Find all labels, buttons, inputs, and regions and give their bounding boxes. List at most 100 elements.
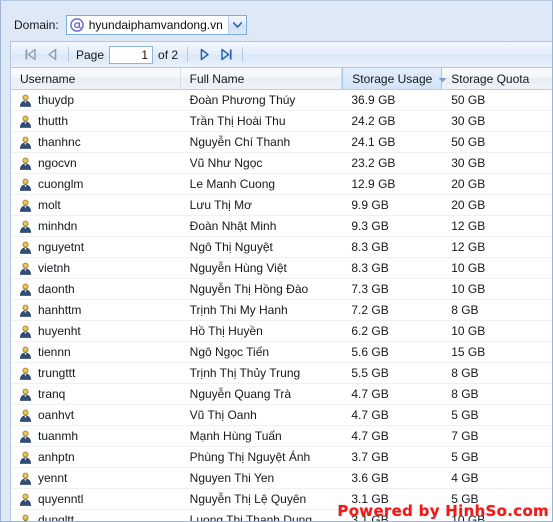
cell-storage-usage: 36.9 GB <box>351 93 396 107</box>
cell-storage-usage: 9.3 GB <box>351 219 389 233</box>
domain-combobox[interactable]: hyundaiphamvandong.vn <box>65 15 247 35</box>
column-header-fullname-label: Full Name <box>189 71 245 86</box>
username-text: thuydp <box>38 93 75 107</box>
cell-username: thanhnc <box>11 132 181 152</box>
user-icon <box>19 283 32 296</box>
cell-storage-quota: 5 GB <box>451 492 479 506</box>
table-row[interactable]: trungttt Trịnh Thị Thủy Trung 5.5 GB 8 GB <box>11 363 552 384</box>
table-row[interactable]: thutth Trần Thị Hoài Thu 24.2 GB 30 GB <box>11 111 552 132</box>
username-text: anhptn <box>38 450 75 464</box>
table-row[interactable]: yennt Nguyen Thi Yen 3.6 GB 4 GB <box>11 468 552 489</box>
cell-fullname: Phùng Thị Nguyệt Ánh <box>189 450 311 464</box>
table-row[interactable]: tiennn Ngô Ngọc Tiến 5.6 GB 15 GB <box>11 342 552 363</box>
cell-storage-quota: 8 GB <box>451 366 479 380</box>
user-icon <box>19 199 32 212</box>
username-text: tranq <box>38 387 66 401</box>
table-row[interactable]: molt Lưu Thị Mơ 9.9 GB 20 GB <box>11 195 552 216</box>
cell-username: minhdn <box>11 216 181 236</box>
table-row[interactable]: hanhttm Trịnh Thi My Hanh 7.2 GB 8 GB <box>11 300 552 321</box>
table-row[interactable]: thuydp Đoàn Phương Thúy 36.9 GB 50 GB <box>11 90 552 111</box>
cell-username: anhptn <box>11 447 181 467</box>
cell-fullname: Ngô Thị Nguyệt <box>189 240 273 254</box>
table-row[interactable]: anhptn Phùng Thị Nguyệt Ánh 3.7 GB 5 GB <box>11 447 552 468</box>
table-row[interactable]: cuonglm Le Manh Cuong 12.9 GB 20 GB <box>11 174 552 195</box>
paging-toolbar: Page of 2 <box>10 41 552 68</box>
table-row[interactable]: dungltt Luong Thi Thanh Dung 3.1 GB 10 GB <box>11 510 552 522</box>
cell-storage-usage: 24.2 GB <box>351 114 396 128</box>
cell-storage-usage: 9.9 GB <box>351 198 389 212</box>
domain-value: hyundaiphamvandong.vn <box>88 18 223 32</box>
cell-username: thutth <box>11 111 181 131</box>
cell-storage-usage: 5.5 GB <box>351 366 389 380</box>
cell-fullname: Nguyễn Thị Lệ Quyên <box>189 492 307 506</box>
column-header-storage-usage[interactable]: Storage Usage <box>342 68 447 89</box>
user-icon <box>19 262 32 275</box>
table-row[interactable]: thanhnc Nguyễn Chí Thanh 24.1 GB 50 GB <box>11 132 552 153</box>
cell-username: quyenntl <box>11 489 181 509</box>
table-row[interactable]: quyenntl Nguyễn Thị Lệ Quyên 3.1 GB 5 GB <box>11 489 552 510</box>
column-header-username-label: Username <box>20 71 76 86</box>
table-row[interactable]: oanhvt Vũ Thị Oanh 4.7 GB 5 GB <box>11 405 552 426</box>
cell-storage-usage: 7.2 GB <box>351 303 389 317</box>
cell-storage-quota: 5 GB <box>451 450 479 464</box>
cell-storage-usage: 12.9 GB <box>351 177 396 191</box>
cell-storage-quota: 12 GB <box>451 219 486 233</box>
username-text: nguyetnt <box>38 240 85 254</box>
user-icon <box>19 136 32 149</box>
user-icon <box>19 367 32 380</box>
cell-storage-usage: 8.3 GB <box>351 261 389 275</box>
cell-username: ngocvn <box>11 153 181 173</box>
column-header-storage-quota[interactable]: Storage Quota <box>442 68 552 89</box>
cell-storage-quota: 30 GB <box>451 114 486 128</box>
page-number-input[interactable] <box>109 45 154 64</box>
cell-fullname: Nguyễn Quang Trà <box>189 387 292 401</box>
user-icon <box>19 94 32 107</box>
username-text: thutth <box>38 114 69 128</box>
cell-storage-quota: 15 GB <box>451 345 486 359</box>
table-row[interactable]: ngocvn Vũ Như Ngọc 23.2 GB 30 GB <box>11 153 552 174</box>
table-row[interactable]: huyenht Hồ Thị Huyền 6.2 GB 10 GB <box>11 321 552 342</box>
last-page-icon <box>220 48 232 61</box>
next-page-button[interactable] <box>193 44 215 65</box>
domain-dropdown-button[interactable] <box>227 16 246 34</box>
at-sign-icon <box>69 18 84 32</box>
domain-combobox-field[interactable]: hyundaiphamvandong.vn <box>66 16 228 34</box>
table-row[interactable]: minhdn Đoàn Nhật Minh 9.3 GB 12 GB <box>11 216 552 237</box>
user-icon <box>19 388 32 401</box>
username-text: quyenntl <box>38 492 84 506</box>
username-text: tiennn <box>38 345 71 359</box>
column-header-fullname[interactable]: Full Name <box>181 68 343 89</box>
domain-bar: Domain: hyundaiphamvandong.vn <box>1 1 552 39</box>
cell-storage-usage: 23.2 GB <box>351 156 396 170</box>
cell-storage-quota: 10 GB <box>451 261 486 275</box>
table-row[interactable]: vietnh Nguyễn Hùng Việt 8.3 GB 10 GB <box>11 258 552 279</box>
cell-storage-usage: 24.1 GB <box>351 135 396 149</box>
table-row[interactable]: tranq Nguyễn Quang Trà 4.7 GB 8 GB <box>11 384 552 405</box>
previous-page-button[interactable] <box>41 44 63 65</box>
cell-storage-quota: 5 GB <box>451 408 479 422</box>
last-page-button[interactable] <box>215 44 237 65</box>
table-row[interactable]: tuanmh Mạnh Hùng Tuấn 4.7 GB 7 GB <box>11 426 552 447</box>
cell-storage-usage: 4.7 GB <box>351 408 389 422</box>
user-icon <box>19 409 32 422</box>
toolbar-separator-left <box>68 47 69 62</box>
username-text: ngocvn <box>38 156 77 170</box>
user-icon <box>19 157 32 170</box>
user-icon <box>19 304 32 317</box>
cell-fullname: Nguyễn Chí Thanh <box>189 135 291 149</box>
username-text: oanhvt <box>38 408 75 422</box>
column-header-username[interactable]: Username <box>11 68 181 89</box>
first-page-button[interactable] <box>19 44 41 65</box>
cell-storage-usage: 4.7 GB <box>351 429 389 443</box>
user-icon <box>19 493 32 506</box>
user-icon <box>19 178 32 191</box>
table-row[interactable]: nguyetnt Ngô Thị Nguyệt 8.3 GB 12 GB <box>11 237 552 258</box>
username-text: dungltt <box>38 513 75 522</box>
cell-storage-quota: 12 GB <box>451 240 486 254</box>
table-row[interactable]: daonth Nguyễn Thị Hồng Đào 7.3 GB 10 GB <box>11 279 552 300</box>
cell-storage-usage: 8.3 GB <box>351 240 389 254</box>
cell-storage-usage: 3.6 GB <box>351 471 389 485</box>
cell-storage-quota: 50 GB <box>451 93 486 107</box>
user-icon <box>19 472 32 485</box>
grid-header-row: Username Full Name Storage Usage Storage… <box>11 68 552 90</box>
